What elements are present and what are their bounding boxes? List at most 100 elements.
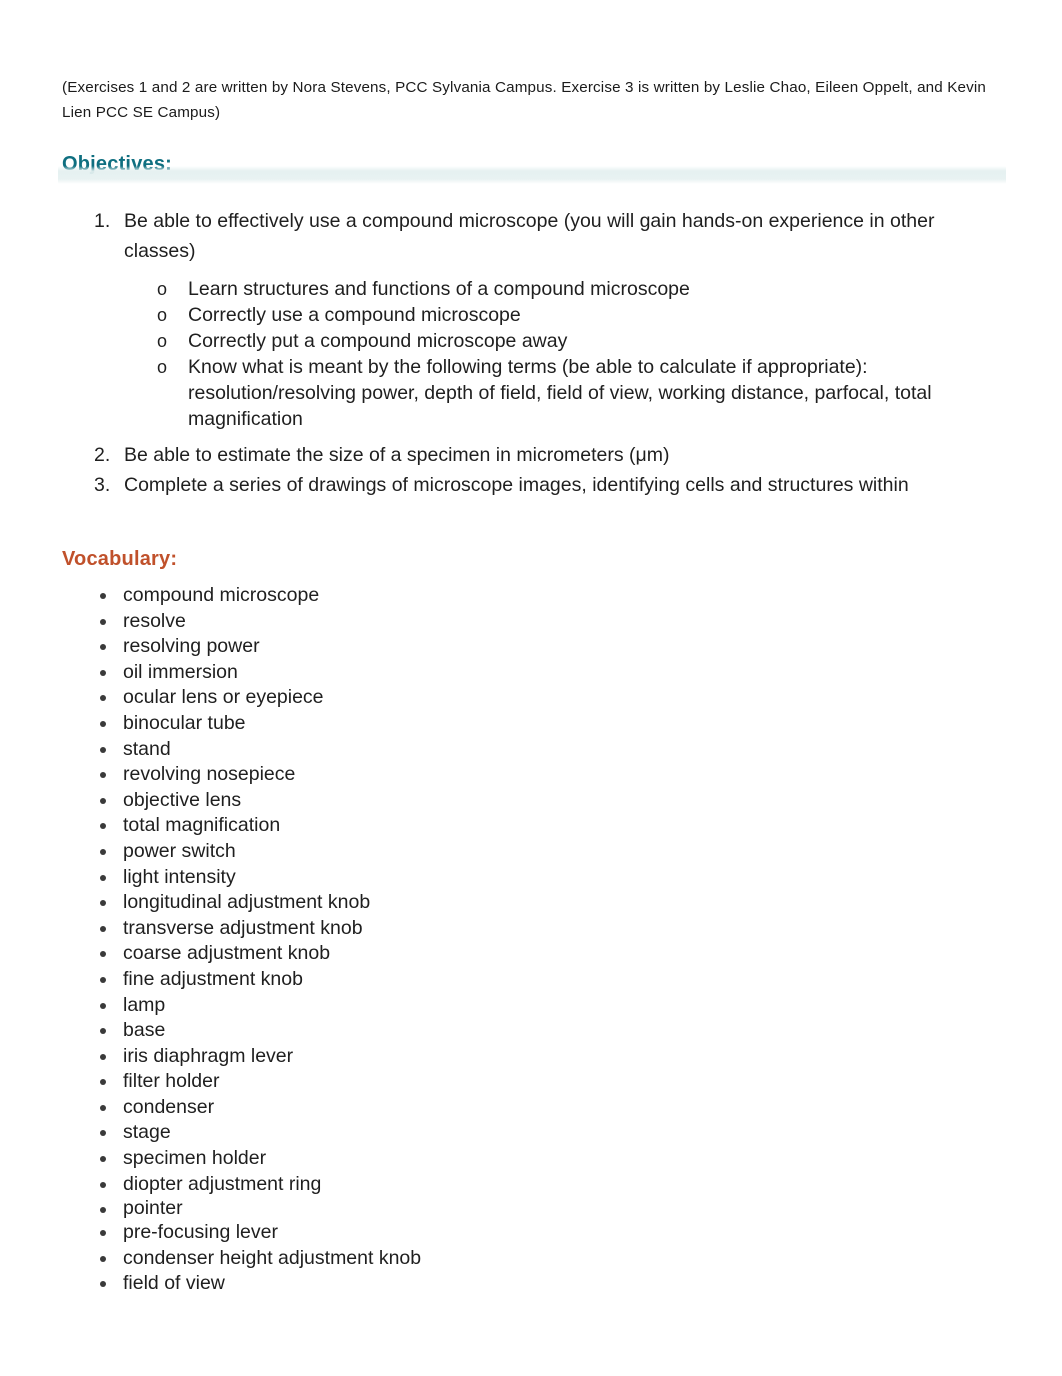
- vocabulary-list-item: fine adjustment knob: [0, 967, 1062, 993]
- vocabulary-term-label: pre-focusing lever: [123, 1221, 278, 1244]
- vocabulary-term-label: condenser: [123, 1095, 215, 1118]
- objectives-highlight-band: [58, 166, 1006, 184]
- vocabulary-list-item: pre-focusing lever: [0, 1220, 1062, 1246]
- bullet-icon: [100, 720, 106, 727]
- vocabulary-term-label: condenser height adjustment knob: [123, 1246, 422, 1269]
- vocabulary-term-label: revolving nosepiece: [123, 763, 296, 786]
- vocabulary-term-label: ocular lens or eyepiece: [123, 686, 324, 709]
- vocabulary-term-label: iris diaphragm lever: [123, 1044, 294, 1067]
- attribution-paragraph: (Exercises 1 and 2 are written by Nora S…: [62, 79, 986, 122]
- bullet-icon: [100, 746, 106, 753]
- bullet-icon: [100, 1104, 106, 1111]
- vocabulary-list-item: oil immersion: [0, 660, 1062, 686]
- vocabulary-term-label: resolve: [123, 609, 186, 632]
- vocabulary-term-label: lamp: [123, 993, 166, 1016]
- vocabulary-term-label: power switch: [123, 839, 236, 862]
- bullet-icon: [100, 644, 106, 651]
- vocabulary-list-item: transverse adjustment knob: [0, 916, 1062, 942]
- vocabulary-term-label: coarse adjustment knob: [123, 942, 331, 965]
- objectives-list-item: 3. Complete a series of drawings of micr…: [0, 470, 1062, 500]
- vocabulary-list-item: condenser: [0, 1095, 1062, 1121]
- vocabulary-list-item: resolve: [0, 609, 1062, 635]
- bullet-icon: [100, 1181, 106, 1188]
- bullet-icon: [100, 1130, 106, 1137]
- vocabulary-list-item: pointer: [0, 1197, 1062, 1220]
- objectives-list: 1. Be able to effectively use a compound…: [0, 206, 1062, 500]
- list-marker-number: 1.: [94, 210, 111, 232]
- vocabulary-term-label: field of view: [123, 1272, 225, 1295]
- bullet-icon: [100, 1028, 106, 1035]
- vocabulary-list-item: filter holder: [0, 1069, 1062, 1095]
- list-marker-number: 2.: [94, 444, 111, 466]
- vocabulary-list-item: specimen holder: [0, 1146, 1062, 1172]
- vocabulary-list-item: diopter adjustment ring: [0, 1172, 1062, 1198]
- vocabulary-list-item: condenser height adjustment knob: [0, 1246, 1062, 1272]
- vocabulary-list-item: light intensity: [0, 865, 1062, 891]
- list-marker-number: 3.: [94, 474, 111, 496]
- vocabulary-list-item: total magnification: [0, 813, 1062, 839]
- bullet-icon: [100, 925, 106, 932]
- vocabulary-list-item: compound microscope: [0, 583, 1062, 609]
- vocabulary-term-label: oil immersion: [123, 660, 238, 683]
- list-marker-circle: o: [157, 357, 168, 377]
- bullet-icon: [100, 1002, 106, 1009]
- vocabulary-list-item: objective lens: [0, 788, 1062, 814]
- bullet-icon: [100, 976, 106, 983]
- vocabulary-list-item: revolving nosepiece: [0, 762, 1062, 788]
- bullet-icon: [100, 669, 106, 676]
- vocabulary-list-item: coarse adjustment knob: [0, 941, 1062, 967]
- vocabulary-term-label: stand: [123, 737, 171, 760]
- objectives-sub-item-text: Learn structures and functions of a comp…: [188, 278, 690, 300]
- bullet-icon: [100, 848, 106, 855]
- objectives-sub-list: o Learn structures and functions of a co…: [124, 276, 1002, 432]
- vocabulary-term-label: diopter adjustment ring: [123, 1172, 322, 1195]
- bullet-icon: [100, 951, 106, 958]
- objectives-sub-item-text: Know what is meant by the following term…: [188, 356, 932, 430]
- vocabulary-term-label: objective lens: [123, 788, 242, 811]
- objectives-sub-item-text: Correctly use a compound microscope: [188, 304, 521, 326]
- vocabulary-term-label: filter holder: [123, 1070, 220, 1093]
- vocabulary-list-item: longitudinal adjustment knob: [0, 890, 1062, 916]
- bullet-icon: [100, 874, 106, 881]
- vocabulary-term-label: fine adjustment knob: [123, 967, 303, 990]
- objectives-sub-list-item: o Correctly use a compound microscope: [124, 302, 1002, 328]
- bullet-icon: [100, 772, 106, 779]
- objectives-list-item: 2. Be able to estimate the size of a spe…: [0, 440, 1062, 470]
- page-title-vocabulary: Vocabulary:: [62, 547, 178, 570]
- bullet-icon: [100, 823, 106, 830]
- objectives-sub-list-item: o Correctly put a compound microscope aw…: [124, 328, 1002, 354]
- vocabulary-term-label: light intensity: [123, 865, 236, 888]
- list-marker-circle: o: [157, 279, 168, 299]
- vocabulary-list-item: field of view: [0, 1271, 1062, 1297]
- vocabulary-list-item: base: [0, 1018, 1062, 1044]
- objectives-item-text: Be able to effectively use a compound mi…: [124, 210, 935, 262]
- bullet-icon: [100, 593, 106, 599]
- vocabulary-list-item: iris diaphragm lever: [0, 1044, 1062, 1070]
- vocabulary-list-item: power switch: [0, 839, 1062, 865]
- objectives-sub-list-item: o Learn structures and functions of a co…: [124, 276, 1002, 302]
- vocabulary-list-item: binocular tube: [0, 711, 1062, 737]
- bullet-icon: [100, 1156, 106, 1163]
- objectives-item-text: Be able to estimate the size of a specim…: [124, 444, 670, 466]
- vocabulary-list-item: stand: [0, 737, 1062, 763]
- vocabulary-term-label: compound microscope: [123, 584, 320, 606]
- bullet-icon: [100, 618, 106, 625]
- objectives-sub-item-text: Correctly put a compound microscope away: [188, 330, 568, 352]
- document-page: (Exercises 1 and 2 are written by Nora S…: [0, 0, 1062, 1376]
- list-marker-circle: o: [157, 305, 168, 325]
- vocabulary-term-label: pointer: [123, 1197, 183, 1220]
- bullet-icon: [100, 1230, 106, 1237]
- vocabulary-list-item: resolving power: [0, 634, 1062, 660]
- list-marker-circle: o: [157, 331, 168, 351]
- objectives-list-item: 1. Be able to effectively use a compound…: [0, 206, 1062, 432]
- objectives-item-text: Complete a series of drawings of microsc…: [124, 474, 909, 496]
- bullet-icon: [100, 1079, 106, 1086]
- vocabulary-term-label: binocular tube: [123, 711, 246, 734]
- objectives-sub-list-item: o Know what is meant by the following te…: [124, 354, 1002, 432]
- bullet-icon: [100, 1281, 106, 1288]
- vocabulary-term-label: total magnification: [123, 814, 281, 837]
- bullet-icon: [100, 1255, 106, 1262]
- vocabulary-term-label: base: [123, 1019, 166, 1042]
- page-title-objectives: Objectives:: [62, 152, 173, 175]
- bullet-icon: [100, 695, 106, 702]
